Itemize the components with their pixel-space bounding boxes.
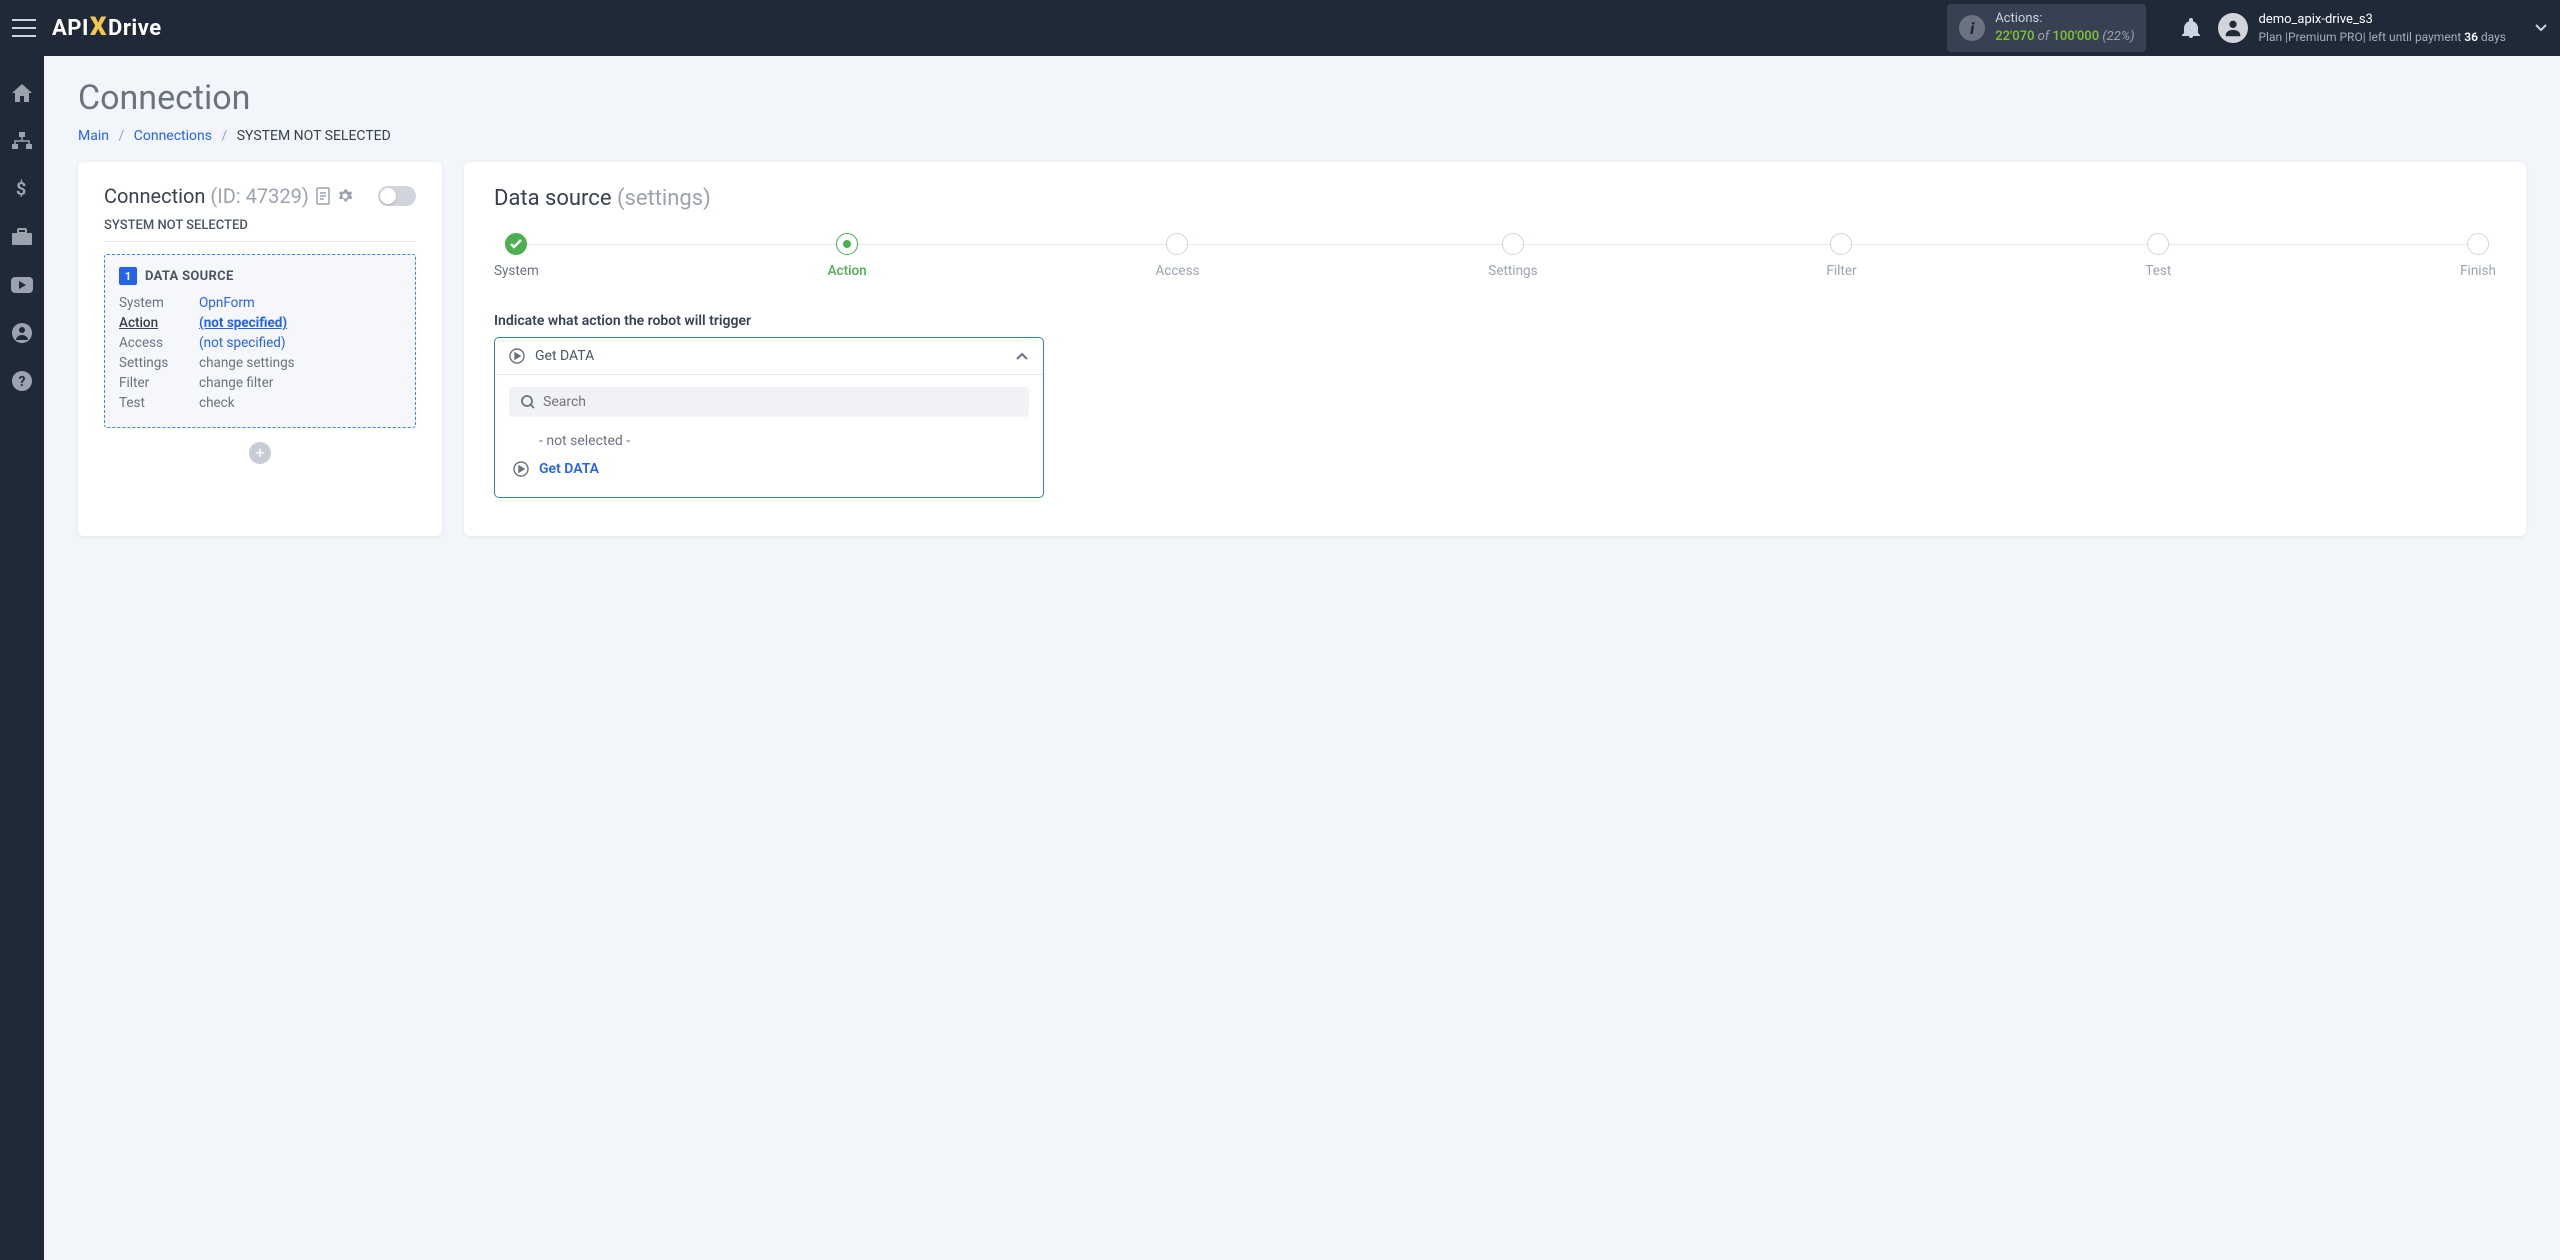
connection-card: Connection (ID: 47329) SYSTEM NOT SELECT…: [78, 162, 442, 536]
row-system-key: System: [119, 295, 199, 311]
gear-icon[interactable]: [337, 188, 353, 204]
document-icon[interactable]: [315, 187, 331, 205]
enable-toggle[interactable]: [378, 186, 416, 206]
user-menu[interactable]: demo_apix-drive_s3 Plan |Premium PRO| le…: [2218, 11, 2548, 45]
sidebar-network-icon[interactable]: [0, 130, 44, 152]
action-search-input[interactable]: [543, 394, 1017, 410]
row-action-val[interactable]: (not specified): [199, 315, 401, 331]
actions-label: Actions:: [1995, 10, 2134, 28]
actions-total: 100'000: [2052, 29, 2099, 44]
step-finish[interactable]: Finish: [2460, 233, 2496, 279]
step-settings[interactable]: Settings: [1488, 233, 1537, 279]
breadcrumb-connections[interactable]: Connections: [134, 128, 212, 144]
avatar-icon: [2218, 13, 2248, 43]
row-access-key: Access: [119, 335, 199, 351]
add-step-button[interactable]: +: [249, 442, 271, 464]
row-settings-key: Settings: [119, 355, 199, 371]
step-action[interactable]: Action: [828, 233, 867, 279]
row-access-val[interactable]: (not specified): [199, 335, 401, 351]
sidebar-help-icon[interactable]: ?: [0, 370, 44, 392]
row-test-val[interactable]: check: [199, 395, 401, 411]
svg-text:?: ?: [19, 374, 26, 390]
actions-of: of: [2034, 29, 2052, 44]
action-select-header[interactable]: Get DATA: [495, 338, 1043, 375]
connection-subtitle: SYSTEM NOT SELECTED: [104, 218, 416, 242]
sidebar-home-icon[interactable]: [0, 82, 44, 104]
settings-title: Data source (settings): [494, 186, 2496, 211]
play-icon: [513, 461, 529, 477]
notifications-icon[interactable]: [2182, 18, 2200, 38]
step-system[interactable]: System: [494, 233, 539, 279]
sidebar-dollar-icon[interactable]: $: [0, 178, 44, 200]
info-icon: i: [1959, 15, 1985, 41]
sidebar: $ ?: [0, 56, 44, 1260]
option-get-data[interactable]: Get DATA: [509, 455, 1029, 483]
row-test-key: Test: [119, 395, 199, 411]
actions-pct: (22%): [2099, 29, 2134, 44]
datasource-box: 1 DATA SOURCE System OpnForm Action (not…: [104, 254, 416, 428]
row-filter-key: Filter: [119, 375, 199, 391]
action-search[interactable]: [509, 387, 1029, 417]
row-action-key[interactable]: Action: [119, 315, 199, 331]
breadcrumb-current: SYSTEM NOT SELECTED: [237, 128, 391, 144]
play-icon: [509, 348, 525, 364]
step-badge: 1: [119, 267, 137, 285]
sidebar-youtube-icon[interactable]: [0, 274, 44, 296]
row-settings-val[interactable]: change settings: [199, 355, 401, 371]
user-name: demo_apix-drive_s3: [2258, 11, 2506, 29]
row-system-val[interactable]: OpnForm: [199, 295, 401, 311]
logo[interactable]: APIXDrive: [52, 13, 162, 43]
actions-counter[interactable]: i Actions: 22'070 of 100'000 (22%): [1947, 4, 2146, 51]
step-access[interactable]: Access: [1155, 233, 1199, 279]
connection-title: Connection (ID: 47329): [104, 184, 309, 208]
chevron-down-icon: [2534, 23, 2548, 33]
action-prompt: Indicate what action the robot will trig…: [494, 313, 2496, 329]
option-not-selected[interactable]: - not selected -: [509, 427, 1029, 455]
row-filter-val[interactable]: change filter: [199, 375, 401, 391]
settings-card: Data source (settings) System Action Acc…: [464, 162, 2526, 536]
step-filter[interactable]: Filter: [1826, 233, 1856, 279]
logo-x: X: [90, 12, 107, 42]
breadcrumb: Main / Connections / SYSTEM NOT SELECTED: [78, 128, 2526, 144]
logo-prefix: API: [52, 16, 89, 41]
actions-count: 22'070: [1995, 29, 2034, 44]
stepper: System Action Access Settings Filter Tes…: [494, 233, 2496, 279]
svg-text:$: $: [16, 179, 26, 199]
sidebar-briefcase-icon[interactable]: [0, 226, 44, 248]
datasource-label: DATA SOURCE: [145, 269, 234, 284]
action-selected: Get DATA: [535, 348, 1005, 364]
user-plan: Plan |Premium PRO| left until payment 36…: [2258, 29, 2506, 45]
logo-suffix: Drive: [108, 16, 162, 41]
chevron-up-icon: [1015, 351, 1029, 361]
search-icon: [521, 395, 535, 409]
step-test[interactable]: Test: [2145, 233, 2171, 279]
action-select: Get DATA - not selected - Get DATA: [494, 337, 1044, 498]
page-title: Connection: [78, 78, 2526, 118]
hamburger-menu[interactable]: [12, 19, 36, 37]
breadcrumb-main[interactable]: Main: [78, 128, 109, 144]
sidebar-user-icon[interactable]: [0, 322, 44, 344]
